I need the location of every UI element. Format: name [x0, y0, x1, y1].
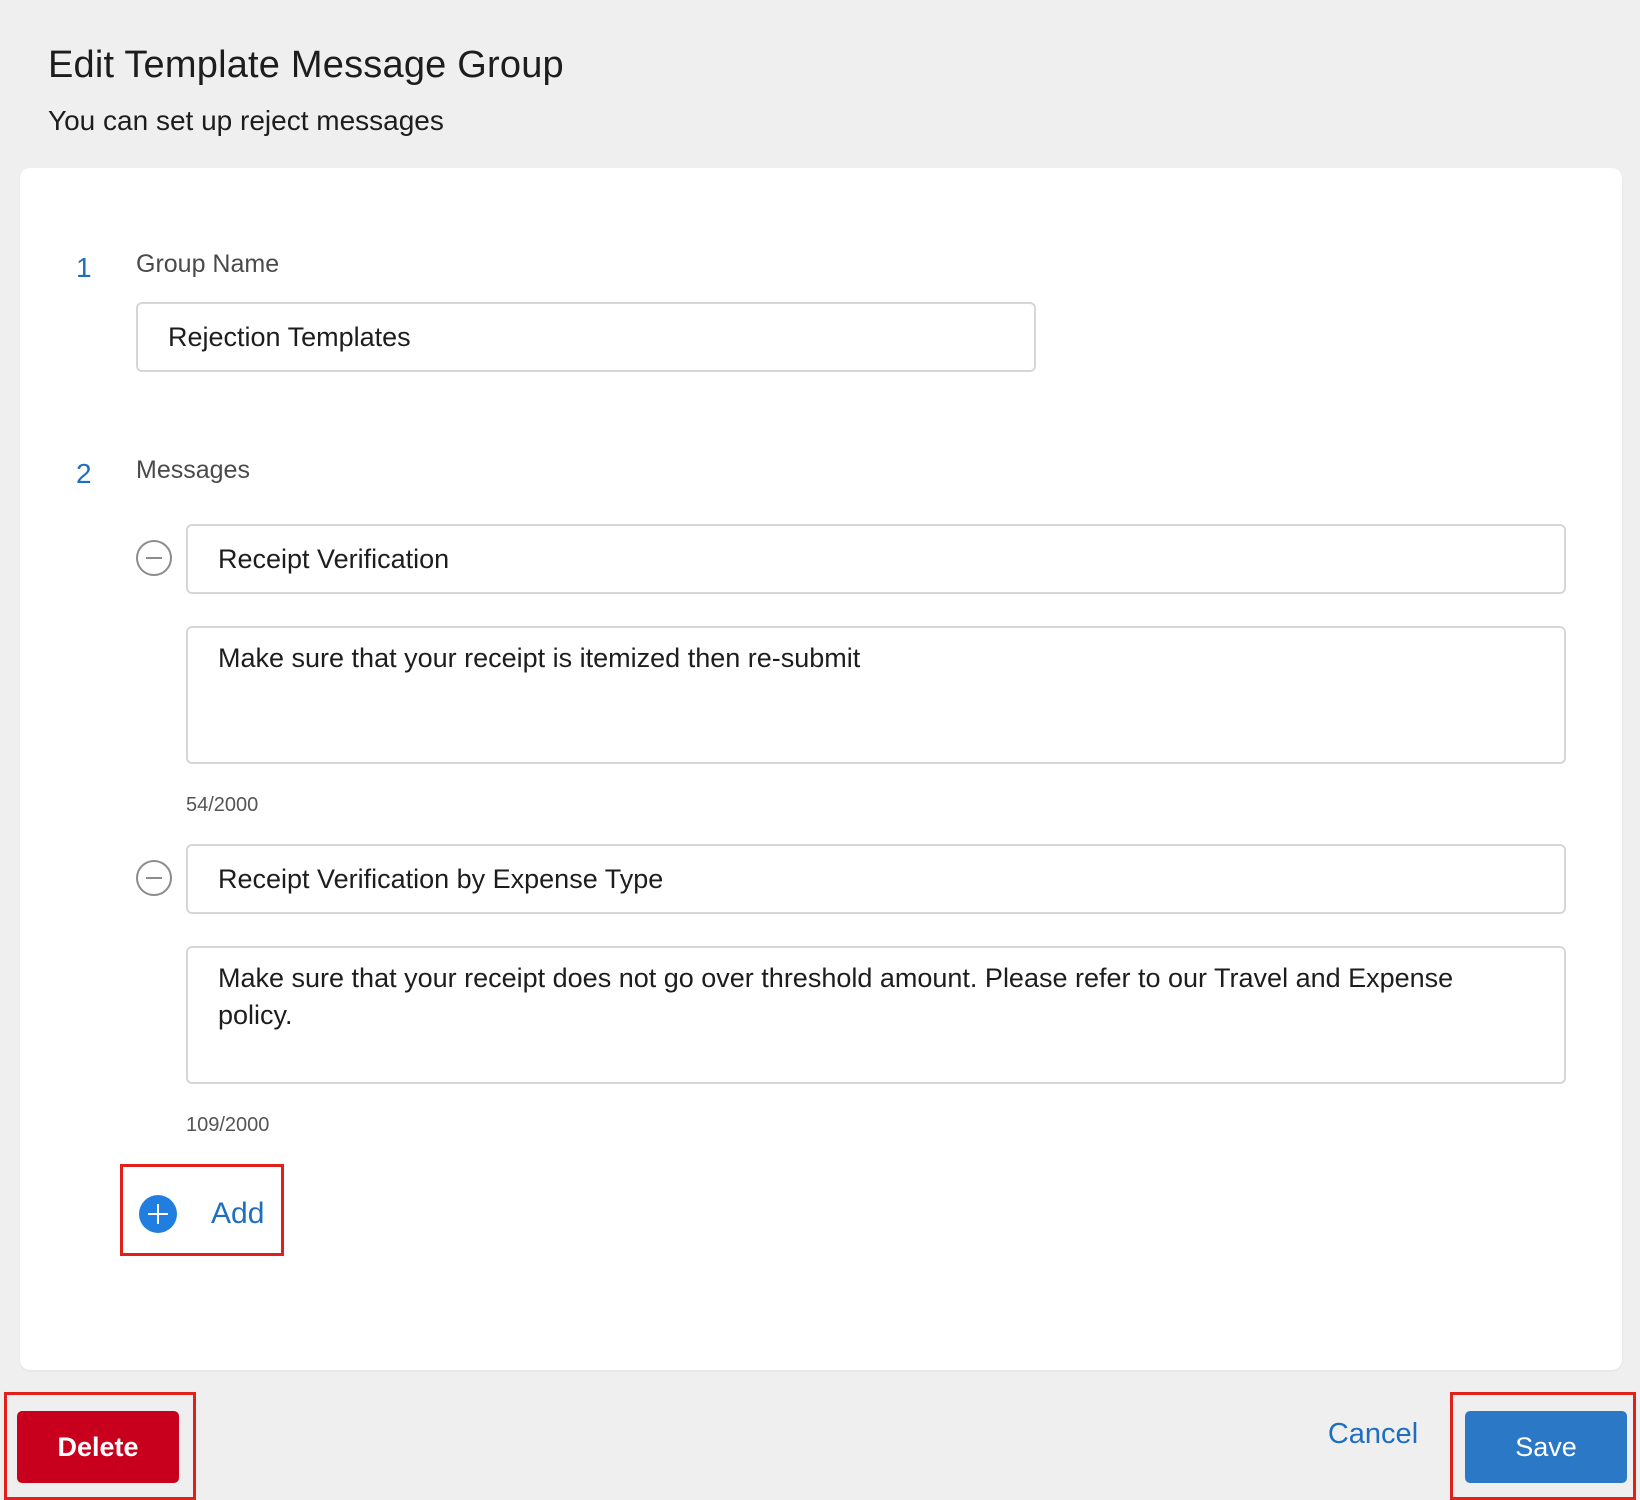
- remove-message-2-icon[interactable]: [136, 860, 172, 896]
- message-2-body-textarea[interactable]: Make sure that your receipt does not go …: [186, 946, 1566, 1084]
- message-2-char-count: 109/2000: [186, 1114, 270, 1136]
- save-button[interactable]: Save: [1465, 1411, 1627, 1483]
- message-1-body-textarea[interactable]: Make sure that your receipt is itemized …: [186, 626, 1566, 764]
- add-highlight-box: Add: [120, 1164, 284, 1256]
- delete-highlight-box: Delete: [4, 1392, 196, 1500]
- section-number-messages: 2: [76, 458, 92, 489]
- remove-message-1-icon[interactable]: [136, 540, 172, 576]
- message-2-title-input[interactable]: [186, 844, 1566, 914]
- save-highlight-box: Save: [1450, 1392, 1636, 1500]
- plus-circle-icon: [139, 1195, 177, 1233]
- page-header: Edit Template Message Group You can set …: [48, 44, 564, 137]
- message-1-char-count: 54/2000: [186, 794, 259, 816]
- section-label-messages: Messages: [136, 456, 250, 484]
- section-number-group-name: 1: [76, 252, 92, 283]
- message-1-title-input[interactable]: [186, 524, 1566, 594]
- page-title: Edit Template Message Group: [48, 44, 564, 86]
- section-label-group-name: Group Name: [136, 250, 280, 278]
- delete-button[interactable]: Delete: [17, 1411, 179, 1483]
- group-name-input[interactable]: [136, 302, 1036, 372]
- edit-form-card: 1 Group Name 2 Messages Make sure that y…: [20, 168, 1622, 1370]
- add-message-label: Add: [211, 1197, 265, 1230]
- add-message-button[interactable]: Add: [139, 1195, 264, 1233]
- page-subtitle: You can set up reject messages: [48, 105, 444, 136]
- cancel-button[interactable]: Cancel: [1308, 1398, 1438, 1470]
